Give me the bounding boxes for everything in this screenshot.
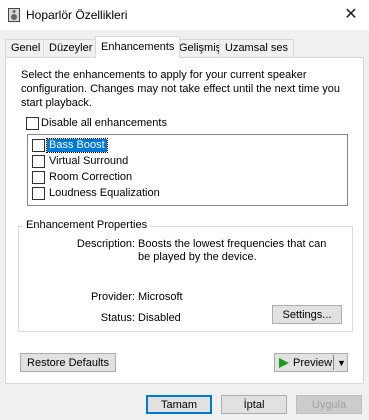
provider-value: Microsoft <box>138 291 183 303</box>
tab-enhancements[interactable]: Enhancements <box>95 36 181 58</box>
chevron-down-icon[interactable]: ▼ <box>337 354 346 373</box>
title-bar: Hoparlör Özellikleri ✕ <box>0 0 369 30</box>
room-correction-checkbox[interactable] <box>32 171 45 184</box>
window-title: Hoparlör Özellikleri <box>26 8 128 22</box>
room-correction-label: Room Correction <box>49 171 133 183</box>
enhancements-list: Bass Boost Virtual Surround Room Correct… <box>27 134 348 206</box>
virtual-surround-checkbox[interactable] <box>32 155 45 168</box>
preview-button[interactable]: Preview ▼ <box>274 353 348 372</box>
ok-button[interactable]: Tamam <box>146 395 212 414</box>
settings-button[interactable]: Settings... <box>272 305 342 324</box>
bass-boost-checkbox[interactable] <box>32 139 45 152</box>
list-item-loudness-equalization[interactable]: Loudness Equalization <box>32 186 332 201</box>
preview-separator <box>333 355 334 370</box>
disable-all-checkbox[interactable] <box>26 117 39 130</box>
virtual-surround-label: Virtual Surround <box>49 155 129 167</box>
tab-duzeyler[interactable]: Düzeyler <box>43 39 99 57</box>
cancel-button[interactable]: İptal <box>221 395 287 414</box>
tab-bar: Genel Düzeyler Enhancements Gelişmiş Uza… <box>5 36 365 58</box>
description-label: Description: <box>76 238 135 250</box>
list-item-bass-boost[interactable]: Bass Boost <box>32 138 332 153</box>
loudness-equalization-checkbox[interactable] <box>32 187 45 200</box>
restore-defaults-button[interactable]: Restore Defaults <box>20 353 116 372</box>
list-item-virtual-surround[interactable]: Virtual Surround <box>32 154 332 169</box>
tab-genel[interactable]: Genel <box>5 39 47 57</box>
description-value: Boosts the lowest frequencies that can b… <box>138 238 327 263</box>
preview-label: Preview <box>293 357 333 369</box>
status-value: Disabled <box>138 312 181 324</box>
speaker-icon <box>8 8 20 22</box>
enhancement-properties-title: Enhancement Properties <box>23 219 151 231</box>
bass-boost-label: Bass Boost <box>46 138 108 153</box>
tab-uzamsal-ses[interactable]: Uzamsal ses <box>219 39 294 57</box>
status-label: Status: <box>100 312 135 324</box>
list-item-room-correction[interactable]: Room Correction <box>32 170 332 185</box>
loudness-equalization-label: Loudness Equalization <box>49 187 160 199</box>
enhancements-description: Select the enhancements to apply for you… <box>21 69 340 109</box>
disable-all-label: Disable all enhancements <box>41 117 167 129</box>
apply-button[interactable]: Uygula <box>296 395 362 414</box>
play-icon <box>279 358 289 368</box>
provider-label: Provider: <box>90 291 135 303</box>
close-button[interactable]: ✕ <box>339 4 363 26</box>
